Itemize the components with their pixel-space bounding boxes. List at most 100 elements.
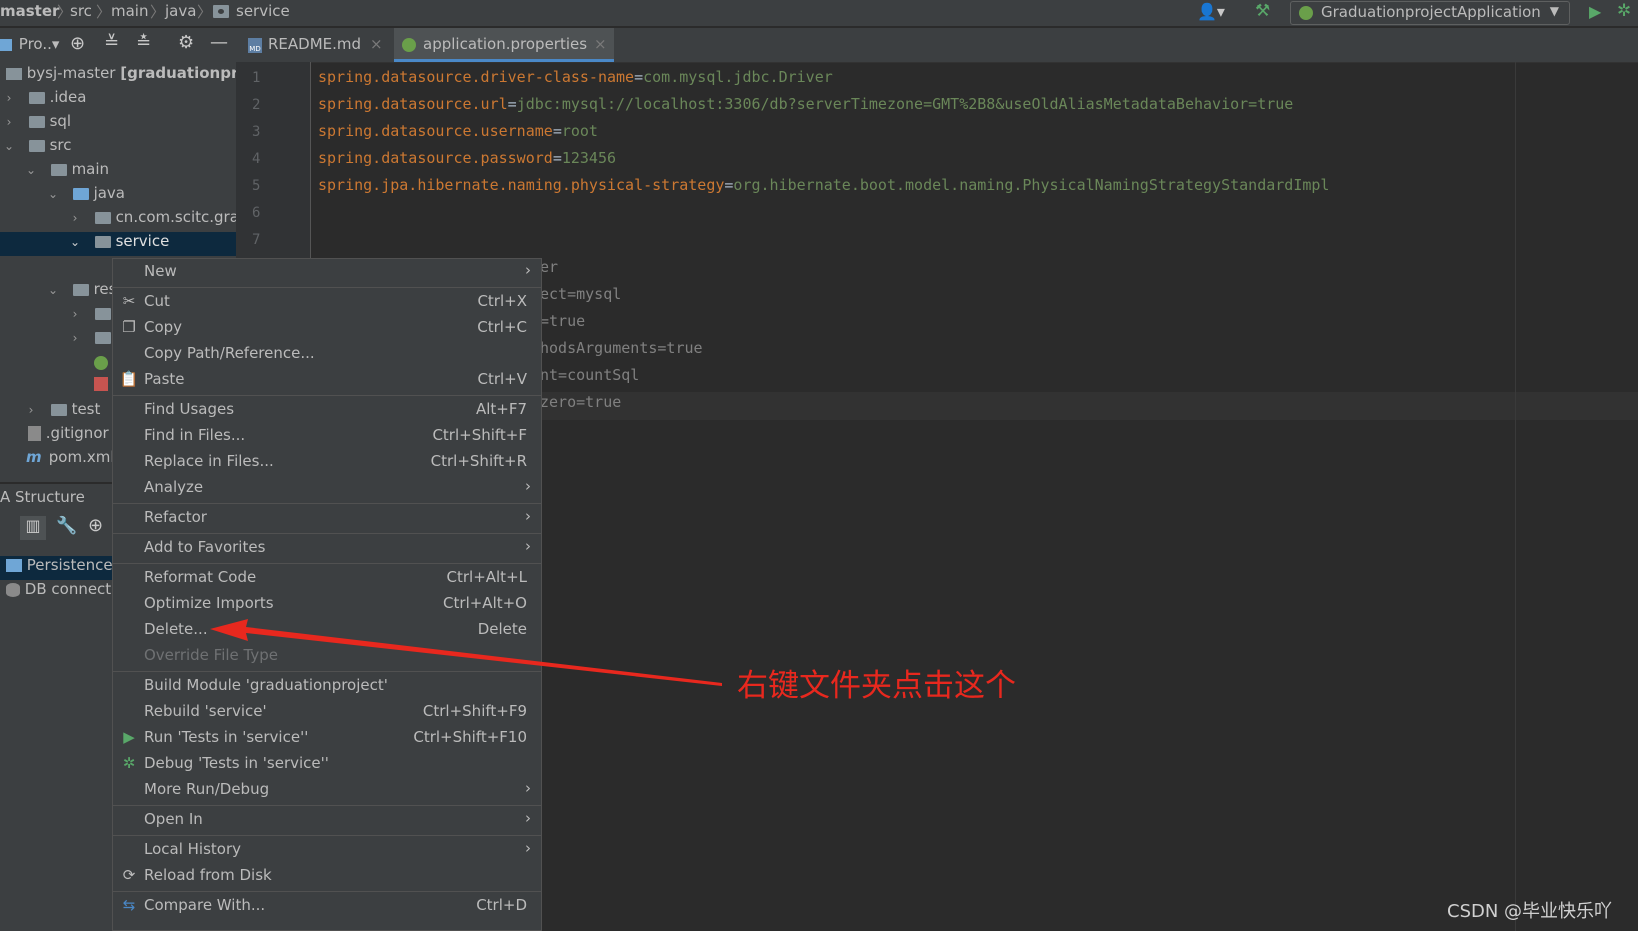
code-line-partial[interactable]: =true — [540, 312, 585, 330]
line-number: 7 — [252, 232, 261, 248]
package-icon — [94, 235, 111, 248]
locate-icon[interactable]: ⊕ — [70, 33, 85, 54]
tab-readme[interactable]: MD README.md × — [242, 28, 386, 62]
menu-item-more-run-debug[interactable]: More Run/Debug › — [113, 777, 541, 803]
menu-item-label: Open In — [144, 810, 203, 828]
menu-item-shortcut: Ctrl+Shift+R — [430, 452, 527, 470]
tree-item-sql[interactable]: › sql — [0, 112, 236, 136]
menu-item-rebuild[interactable]: Rebuild 'service' Ctrl+Shift+F9 — [113, 699, 541, 725]
menu-item-debug-tests[interactable]: ✲ Debug 'Tests in 'service'' — [113, 751, 541, 777]
tree-item-service[interactable]: ⌄ service — [0, 232, 236, 256]
watermark: CSDN @毕业快乐吖 — [1447, 901, 1613, 922]
menu-item-find-in-files[interactable]: Find in Files... Ctrl+Shift+F — [113, 423, 541, 449]
code-line[interactable]: spring.datasource.driver-class-name=com.… — [318, 68, 833, 86]
code-line[interactable]: spring.datasource.username=root — [318, 122, 598, 140]
tree-root[interactable]: bysj-master [graduationproj — [0, 64, 236, 88]
chevron-right-icon: › — [6, 115, 12, 129]
structure-title: A Structure — [0, 488, 85, 506]
run-configuration-selector[interactable]: GraduationprojectApplication ▼ — [1290, 1, 1570, 25]
property-value: org.hibernate.boot.model.naming.Physical… — [733, 176, 1330, 194]
menu-item-open-in[interactable]: Open In › — [113, 807, 541, 833]
gear-icon[interactable]: ⚙ — [178, 32, 194, 53]
menu-item-label: Run 'Tests in 'service'' — [144, 728, 309, 746]
minimize-icon[interactable]: — — [210, 32, 228, 53]
tree-item-label: pom.xml — [48, 448, 115, 466]
bar-chart-icon[interactable]: ▥ — [20, 516, 46, 540]
menu-item-reformat-code[interactable]: Reformat Code Ctrl+Alt+L — [113, 565, 541, 591]
equals-sign: = — [634, 68, 644, 86]
breadcrumb-separator: 〉 — [96, 3, 112, 21]
menu-item-new[interactable]: New › — [113, 259, 541, 285]
chevron-right-icon: › — [525, 537, 531, 555]
code-line-partial[interactable]: ect=mysql — [540, 285, 621, 303]
tree-item-main[interactable]: ⌄ main — [0, 160, 236, 184]
build-hammer-icon[interactable]: ⚒ — [1255, 1, 1270, 21]
chevron-down-icon: ⌄ — [47, 283, 59, 297]
context-menu: New › ✂ Cut Ctrl+X ❐ Copy Ctrl+C Copy Path/Re… — [112, 258, 542, 931]
tree-item-label: service — [115, 232, 170, 250]
menu-item-label: Cut — [144, 292, 170, 310]
menu-item-add-to-favorites[interactable]: Add to Favorites › — [113, 535, 541, 561]
locate-icon[interactable]: ⊕ — [88, 515, 103, 536]
chevron-down-icon: ⌄ — [25, 163, 37, 177]
code-line-partial[interactable]: hodsArguments=true — [540, 339, 703, 357]
menu-item-shortcut: Ctrl+Alt+O — [443, 594, 527, 612]
menu-separator — [113, 835, 541, 836]
menu-item-find-usages[interactable]: Find Usages Alt+F7 — [113, 397, 541, 423]
menu-item-run-tests[interactable]: ▶ Run 'Tests in 'service'' Ctrl+Shift+F10 — [113, 725, 541, 751]
menu-item-paste[interactable]: 📋 Paste Ctrl+V — [113, 367, 541, 393]
line-number: 1 — [252, 70, 261, 86]
breadcrumb-item-service[interactable]: service — [236, 2, 290, 20]
user-icon[interactable]: 👤▾ — [1197, 2, 1225, 21]
tree-item-package[interactable]: › cn.com.scitc.gra — [0, 208, 236, 232]
tree-item-java[interactable]: ⌄ java — [0, 184, 236, 208]
code-line-partial[interactable]: er — [540, 258, 558, 276]
gitignore-file-icon — [28, 426, 41, 441]
code-line[interactable]: spring.datasource.password=123456 — [318, 149, 616, 167]
refresh-icon: ⟳ — [122, 866, 136, 884]
menu-item-refactor[interactable]: Refactor › — [113, 505, 541, 531]
chevron-right-icon: › — [72, 331, 78, 345]
package-icon — [94, 211, 111, 224]
menu-item-replace-in-files[interactable]: Replace in Files... Ctrl+Shift+R — [113, 449, 541, 475]
menu-item-build-module[interactable]: Build Module 'graduationproject' — [113, 673, 541, 699]
tree-item-idea[interactable]: › .idea — [0, 88, 236, 112]
menu-item-label: Reload from Disk — [144, 866, 272, 884]
tab-label: README.md — [268, 35, 362, 53]
close-icon[interactable]: × — [594, 35, 607, 53]
menu-item-shortcut: Ctrl+X — [477, 292, 527, 310]
menu-item-copy-path[interactable]: Copy Path/Reference... — [113, 341, 541, 367]
menu-item-reload-from-disk[interactable]: ⟳ Reload from Disk — [113, 863, 541, 889]
project-panel-selector[interactable]: Pro..▾ — [0, 35, 59, 53]
menu-item-copy[interactable]: ❐ Copy Ctrl+C — [113, 315, 541, 341]
folder-icon — [28, 91, 45, 104]
code-line[interactable]: spring.datasource.url=jdbc:mysql://local… — [318, 95, 1293, 113]
close-icon[interactable]: × — [370, 35, 383, 53]
code-line[interactable]: spring.jpa.hibernate.naming.physical-str… — [318, 176, 1329, 194]
breadcrumb-item-main[interactable]: main — [111, 2, 148, 20]
menu-item-compare-with[interactable]: ⇆ Compare With... Ctrl+D — [113, 893, 541, 919]
tab-application-properties[interactable]: application.properties × — [394, 28, 614, 62]
expand-all-icon[interactable]: ≚ — [104, 32, 119, 53]
run-icon[interactable]: ▶ — [1589, 2, 1601, 21]
code-line-partial[interactable]: zero=true — [540, 393, 621, 411]
menu-item-optimize-imports[interactable]: Optimize Imports Ctrl+Alt+O — [113, 591, 541, 617]
menu-item-shortcut: Alt+F7 — [475, 400, 527, 418]
menu-item-delete[interactable]: Delete... Delete — [113, 617, 541, 643]
breadcrumb-item-java[interactable]: java — [165, 2, 196, 20]
debug-icon[interactable]: ✲ — [1617, 1, 1631, 21]
module-folder-icon — [6, 67, 22, 80]
tree-item-src[interactable]: ⌄ src — [0, 136, 236, 160]
project-panel-label: Pro..▾ — [18, 35, 60, 53]
folder-icon — [50, 403, 67, 416]
clipboard-icon: 📋 — [119, 370, 139, 388]
breadcrumb-item-src[interactable]: src — [70, 2, 92, 20]
breadcrumb-item-master[interactable]: master — [0, 2, 59, 20]
menu-item-local-history[interactable]: Local History › — [113, 837, 541, 863]
menu-item-analyze[interactable]: Analyze › — [113, 475, 541, 501]
menu-item-cut[interactable]: ✂ Cut Ctrl+X — [113, 289, 541, 315]
wrench-icon[interactable]: 🔧 — [56, 516, 77, 536]
collapse-all-icon[interactable]: ≛ — [136, 32, 151, 53]
code-line-partial[interactable]: nt=countSql — [540, 366, 639, 384]
tab-label: application.properties — [423, 35, 588, 53]
